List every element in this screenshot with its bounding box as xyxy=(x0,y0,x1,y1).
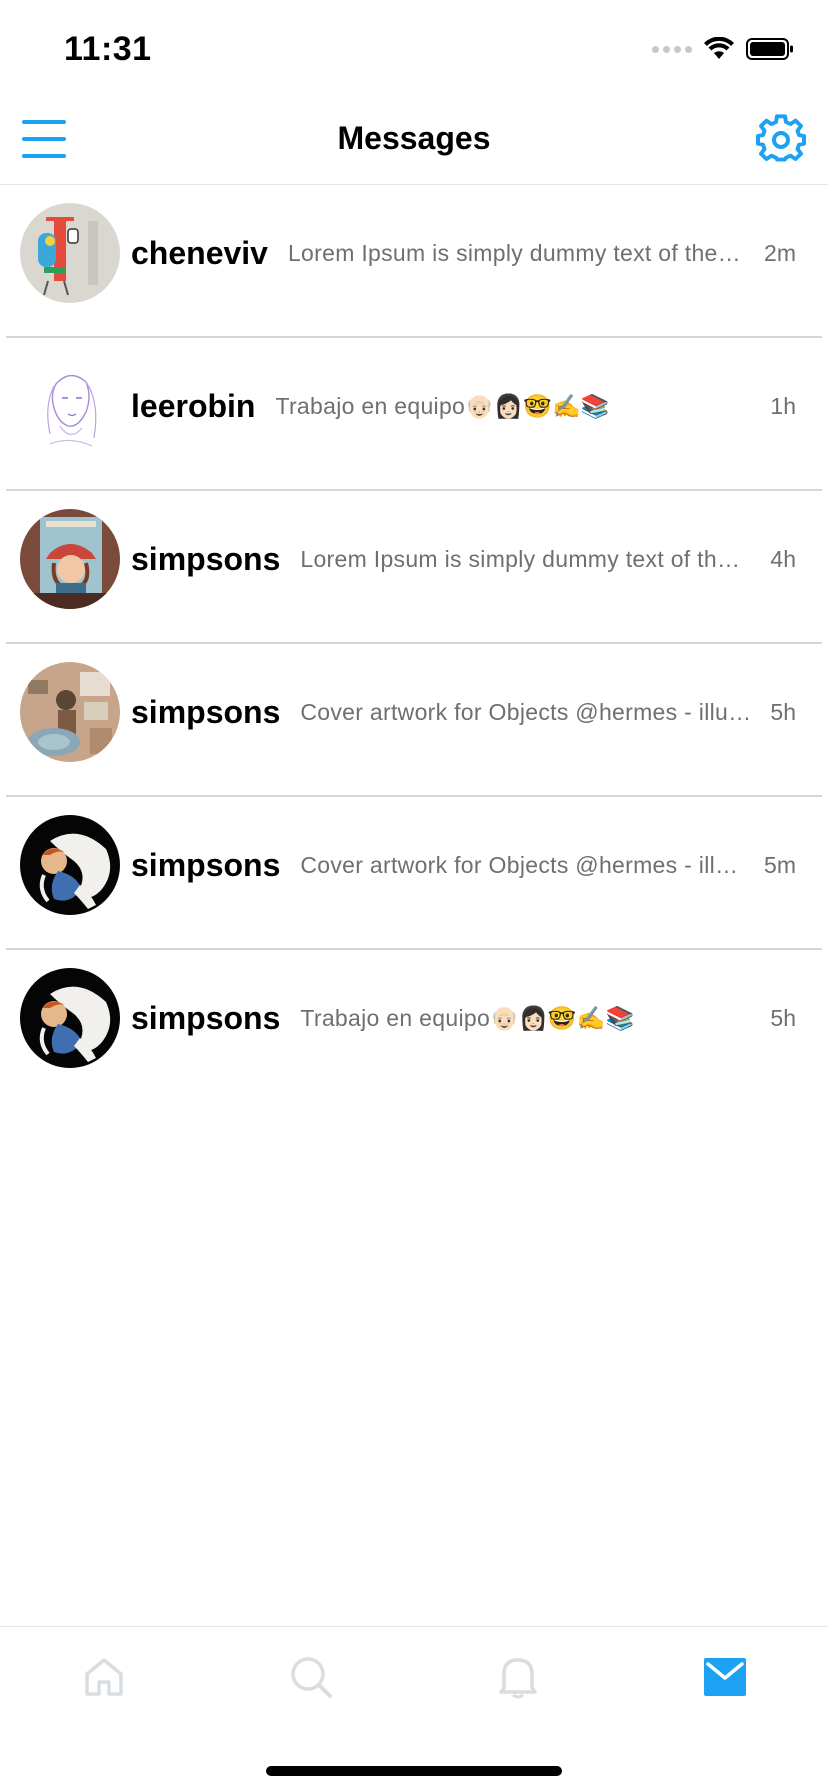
mail-icon xyxy=(703,1658,746,1696)
sleeping-figure-avatar[interactable] xyxy=(20,968,120,1068)
message-content: simpsons Trabajo en equipo👴🏻👩🏻🤓✍️📚 5h xyxy=(131,950,796,1086)
message-preview: Lorem Ipsum is simply dummy text of the … xyxy=(287,239,746,266)
room-illustration-avatar[interactable] xyxy=(20,662,120,762)
book-girl-avatar[interactable] xyxy=(20,509,120,609)
tab-home[interactable] xyxy=(0,1627,207,1727)
home-indicator xyxy=(266,1766,562,1776)
timestamp: 5h xyxy=(770,698,796,725)
battery-icon xyxy=(746,38,793,60)
username: simpsons xyxy=(131,693,281,730)
wifi-icon xyxy=(704,37,734,59)
message-row[interactable]: cheneviv Lorem Ipsum is simply dummy tex… xyxy=(0,185,828,338)
username: simpsons xyxy=(131,846,281,883)
message-content: simpsons Lorem Ipsum is simply dummy tex… xyxy=(131,491,796,627)
username: cheneviv xyxy=(131,234,268,271)
status-icons xyxy=(652,34,794,64)
status-bar: 11:31 xyxy=(0,0,828,100)
robot-illustration-avatar[interactable] xyxy=(20,203,120,303)
cellular-signal-icon xyxy=(652,45,692,53)
message-content: simpsons Cover artwork for Objects @herm… xyxy=(131,797,796,933)
message-list: cheneviv Lorem Ipsum is simply dummy tex… xyxy=(0,185,828,1103)
page-title: Messages xyxy=(337,120,491,156)
timestamp: 4h xyxy=(770,545,796,572)
timestamp: 1h xyxy=(770,392,796,419)
search-icon xyxy=(290,1657,332,1698)
message-row[interactable]: simpsons Trabajo en equipo👴🏻👩🏻🤓✍️📚 5h xyxy=(0,950,828,1103)
status-time: 11:31 xyxy=(64,30,152,68)
message-preview: Lorem Ipsum is simply dummy text of the … xyxy=(300,545,752,572)
header: Messages xyxy=(0,96,828,185)
message-preview: Cover artwork for Objects @hermes - illu… xyxy=(300,698,752,725)
sketch-portrait-avatar[interactable] xyxy=(20,356,120,456)
message-content: cheneviv Lorem Ipsum is simply dummy tex… xyxy=(131,185,796,321)
timestamp: 5m xyxy=(764,851,796,878)
message-preview: Trabajo en equipo👴🏻👩🏻🤓✍️📚 xyxy=(275,392,610,419)
tab-messages[interactable] xyxy=(621,1627,828,1727)
message-preview: Trabajo en equipo👴🏻👩🏻🤓✍️📚 xyxy=(300,1004,635,1031)
message-content: simpsons Cover artwork for Objects @herm… xyxy=(131,644,796,780)
gear-icon xyxy=(756,114,806,162)
username: simpsons xyxy=(131,999,281,1036)
message-row[interactable]: simpsons Cover artwork for Objects @herm… xyxy=(0,797,828,950)
timestamp: 5h xyxy=(770,1004,796,1031)
bell-icon xyxy=(498,1658,537,1699)
message-row[interactable]: simpsons Lorem Ipsum is simply dummy tex… xyxy=(0,491,828,644)
username: leerobin xyxy=(131,387,256,424)
timestamp: 2m xyxy=(764,239,796,266)
message-content: leerobin Trabajo en equipo👴🏻👩🏻🤓✍️📚 1h xyxy=(131,338,796,474)
message-row[interactable]: simpsons Cover artwork for Objects @herm… xyxy=(0,644,828,797)
home-icon xyxy=(84,1658,123,1696)
username: simpsons xyxy=(131,540,281,577)
sleeping-figure-avatar[interactable] xyxy=(20,815,120,915)
settings-button[interactable] xyxy=(756,114,806,164)
message-row[interactable]: leerobin Trabajo en equipo👴🏻👩🏻🤓✍️📚 1h xyxy=(0,338,828,491)
tab-bar xyxy=(0,1626,828,1727)
tab-notifications[interactable] xyxy=(414,1627,621,1727)
tab-search[interactable] xyxy=(207,1627,414,1727)
message-preview: Cover artwork for Objects @hermes - illu… xyxy=(300,851,747,878)
